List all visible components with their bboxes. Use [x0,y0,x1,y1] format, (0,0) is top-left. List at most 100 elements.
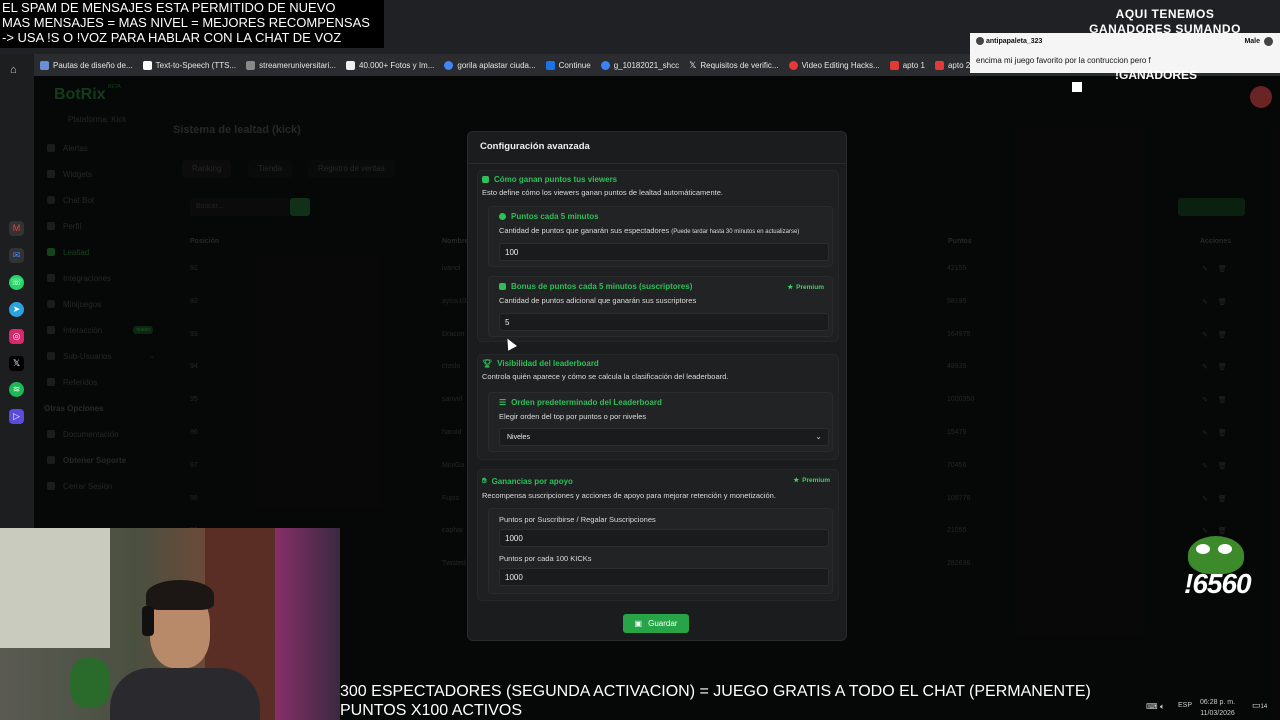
leaderboard-order-card: ☰ Orden predeterminado del Leaderboard El… [488,392,833,452]
volume-icon[interactable]: 🔈︎ [1160,702,1165,712]
sub-points-input[interactable] [499,529,829,547]
bookmark-label: streameruniversitari... [259,60,337,70]
avatar [1250,86,1272,108]
app-icon[interactable]: ▷ [9,409,24,424]
banner-line: EL SPAM DE MENSAJES ESTA PERMITIDO DE NU… [2,0,336,15]
leaderboard-order-select[interactable]: Niveles ⌄ [499,428,829,446]
section-description: Controla quién aparece y cómo se calcula… [482,372,729,381]
card-heading-text: Orden predeterminado del Leaderboard [511,398,662,407]
earn-section: Cómo ganan puntos tus viewers Esto defin… [477,170,839,342]
x-icon[interactable]: 𝕏 [9,356,24,371]
card-description-text: Cantidad de puntos que ganarán sus espec… [499,226,670,235]
clock-time: 06:28 p. m. [1200,699,1236,706]
bookmark-item[interactable]: Video Editing Hacks... [788,60,880,70]
ganadores-text: !GANADORES [1115,68,1198,82]
points-per-5min-input[interactable] [499,243,829,261]
chat-overlay: antipapaleta_323 Male encima mi juego fa… [970,33,1280,73]
instagram-icon[interactable]: ◎ [9,329,24,344]
bookmark-item[interactable]: Text-to-Speech (TTS... [142,60,237,70]
clock[interactable]: 06:28 p. m. 11/03/2026 [1200,697,1235,719]
section-heading: Cómo ganan puntos tus viewers [482,175,617,184]
list-icon: ☰ [499,398,507,407]
bonus-points-input[interactable] [499,313,829,331]
headset-icon [142,606,154,636]
avatar [1264,37,1273,46]
network-icon[interactable]: ⌨ [1146,702,1158,711]
star-icon: ★ [787,284,794,291]
telegram-icon[interactable]: ➤ [9,302,24,317]
bookmark-label: Continue [558,60,591,70]
airbnb-icon [889,60,899,70]
save-button-label: Guardar [648,619,678,628]
support-section: ✋︎ Ganancias por apoyo ★ Premium Recompens… [477,469,839,601]
webcam-object [70,658,110,708]
bookmark-item[interactable]: apto 2 [934,60,970,70]
avatar [976,37,984,45]
bookmark-label: Text-to-Speech (TTS... [155,60,237,70]
bookmark-favicon-icon [246,60,256,70]
save-button[interactable]: ▣ Guardar [623,614,689,633]
chat-username: antipapaleta_323 [986,38,1043,45]
bookmark-item[interactable]: Continue [545,60,591,70]
points-card: Puntos cada 5 minutos Cantidad de puntos… [488,206,833,267]
youtube-icon [788,60,798,70]
kicks-points-input[interactable] [499,568,829,586]
webcam-person-body [110,668,260,720]
premium-label: Premium [802,476,830,484]
leaderboard-section: 🏆︎ Visibilidad del leaderboard Controla q… [477,354,839,460]
save-icon: ▣ [634,619,643,628]
select-value: Niveles [507,434,530,441]
language-indicator[interactable]: ESP [1178,702,1192,709]
clock-date: 11/03/2026 [1200,710,1235,717]
section-heading-text: Visibilidad del leaderboard [497,359,599,368]
bookmark-item[interactable]: Pautas de diseño de... [40,60,133,70]
support-card: Puntos por Suscribirse / Regalar Suscrip… [488,508,833,594]
bookmark-favicon-icon [142,60,152,70]
bookmark-label: 40.000+ Fotos y Im... [359,60,435,70]
hand-coin-icon: ✋︎ [482,476,487,485]
messenger-icon[interactable]: ✉ [9,248,24,263]
premium-label: Premium [796,283,824,291]
modal-title: Configuración avanzada [480,141,590,152]
whatsapp-icon[interactable]: ☏ [9,275,24,290]
bookmark-favicon-icon [346,60,356,70]
bookmark-item[interactable]: apto 1 [889,60,925,70]
notification-count: 14 [1260,704,1268,710]
chevron-down-icon: ⌄ [815,432,822,441]
bookmark-label: Requisitos de verific... [700,60,779,70]
gift-icon [499,283,506,290]
gmail-icon[interactable]: M [9,221,24,236]
home-icon[interactable]: ⌂ [10,64,17,76]
banner-line: 300 ESPECTADORES (SEGUNDA ACTIVACION) = … [340,683,1091,700]
card-description: Cantidad de puntos que ganarán sus espec… [499,226,799,235]
banner-line: -> USA !S O !VOZ PARA HABLAR CON LA CHAT… [2,30,342,45]
card-heading-text: Puntos cada 5 minutos [511,212,599,221]
sub-points-label: Puntos por Suscribirse / Regalar Suscrip… [499,515,656,524]
frog-eye [1218,544,1232,554]
bookmark-favicon-icon [545,60,555,70]
card-description: Cantidad de puntos adicional que ganarán… [499,296,697,305]
card-heading: Bonus de puntos cada 5 minutos (suscript… [499,282,692,291]
card-description: Elegir orden del top por puntos o por ni… [499,412,647,421]
notifications-icon[interactable]: ▭14 [1252,700,1267,711]
frog-eye [1196,544,1210,554]
bookmark-item[interactable]: 𝕏 Requisitos de verific... [689,60,779,71]
banner-line: PUNTOS X100 ACTIVOS [340,702,522,719]
divider [468,163,846,164]
bonus-card: Bonus de puntos cada 5 minutos (suscript… [488,276,833,337]
bookmark-item[interactable]: g_10182021_shcc [600,60,679,70]
bookmark-label: gorila aplastar ciuda... [457,60,536,70]
airbnb-icon [934,60,944,70]
bookmark-item[interactable]: gorila aplastar ciuda... [444,60,536,70]
bookmark-item[interactable]: streameruniversitari... [246,60,337,70]
browser-sidebar: ⌂ M ✉ ☏ ➤ ◎ 𝕏 ≋ ▷ [0,54,34,528]
section-heading-text: Cómo ganan puntos tus viewers [494,175,618,184]
spotify-icon[interactable]: ≋ [9,382,24,397]
bookmark-item[interactable]: 40.000+ Fotos y Im... [346,60,435,70]
section-description: Esto define cómo los viewers ganan punto… [482,188,723,197]
webcam-window [0,528,110,648]
stream-bottom-banner: 300 ESPECTADORES (SEGUNDA ACTIVACION) = … [340,682,1200,720]
x-icon: 𝕏 [689,59,697,70]
bookmark-label: Video Editing Hacks... [801,60,880,70]
banner-line: MAS MENSAJES = MAS NIVEL = MEJORES RECOM… [2,15,370,30]
